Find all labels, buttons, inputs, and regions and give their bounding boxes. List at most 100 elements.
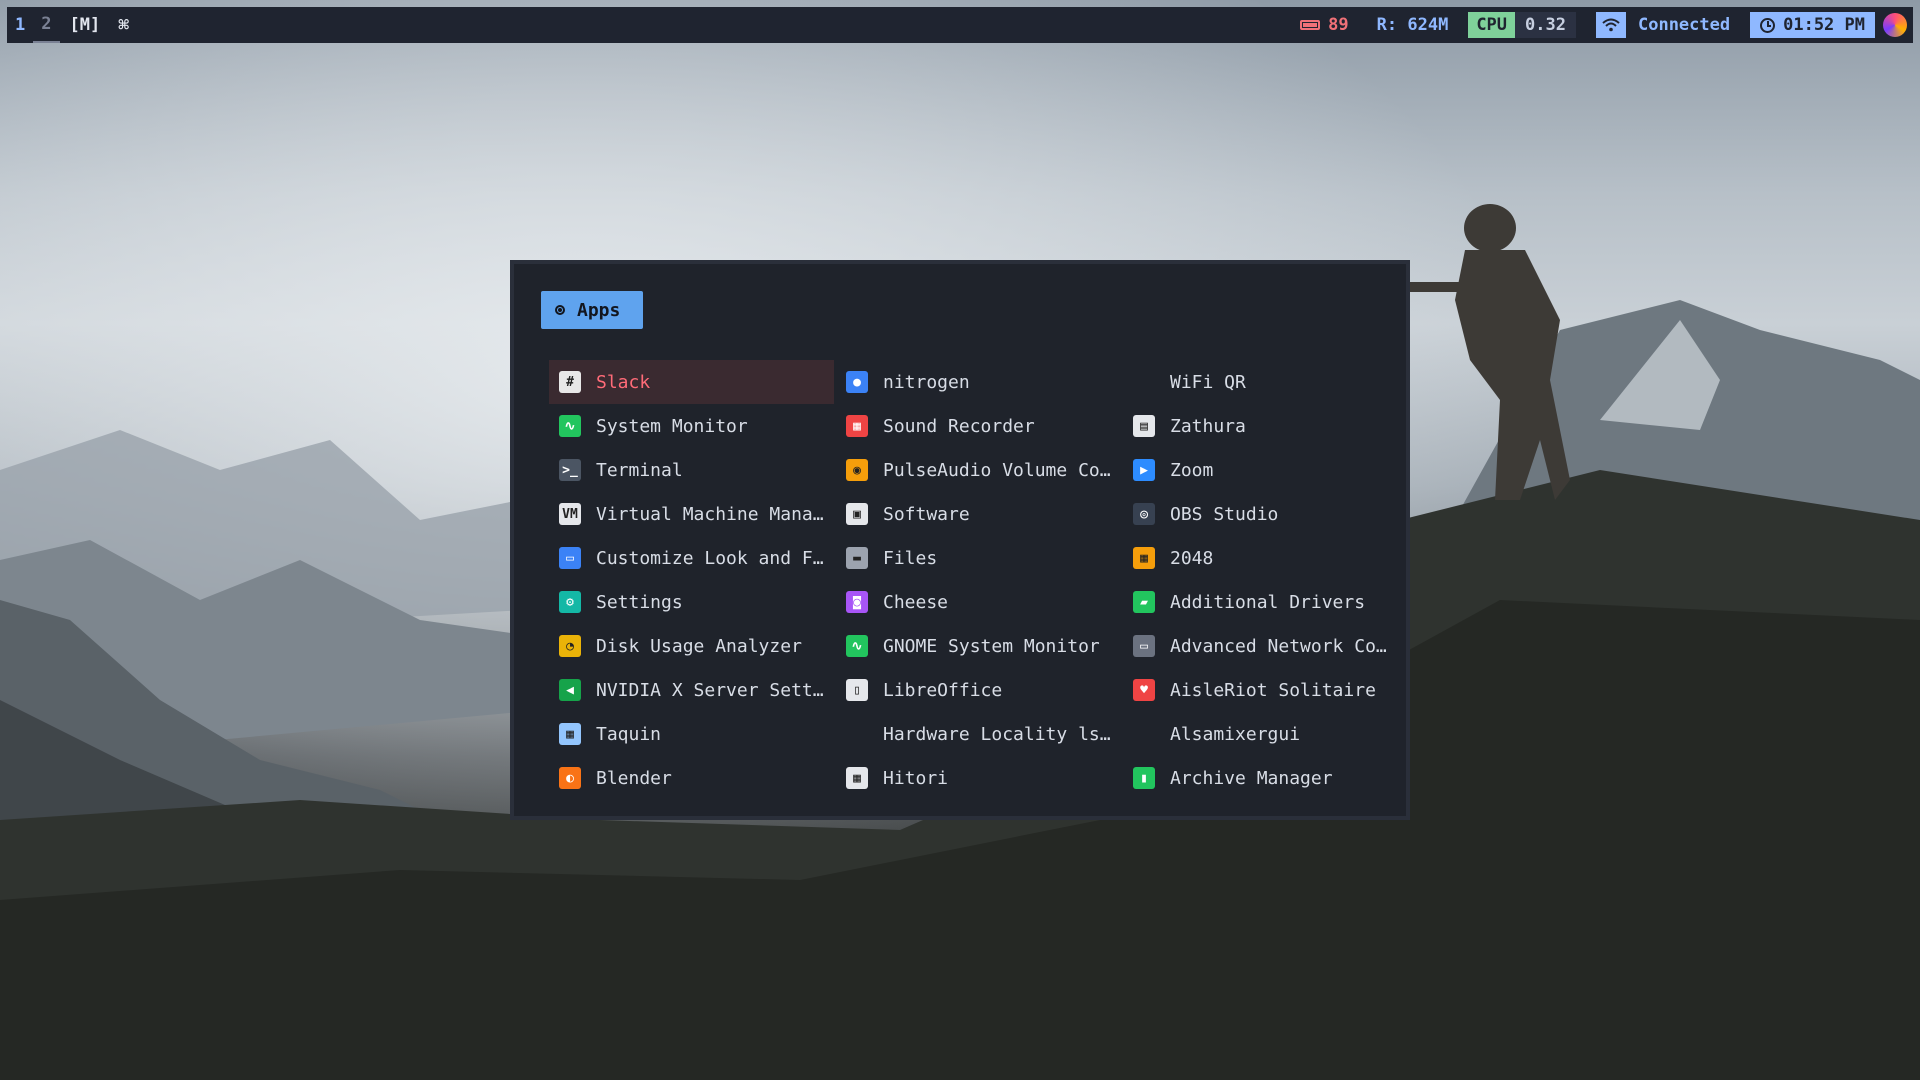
layout-mode-indicator[interactable]: [M]: [60, 15, 111, 35]
slack-icon: #: [559, 371, 581, 393]
wifi-status[interactable]: Connected: [1626, 15, 1742, 35]
app-entry[interactable]: ∿ GNOME System Monitor: [836, 624, 1121, 668]
app-entry[interactable]: ⚙ Settings: [549, 580, 834, 624]
app-entry-label: Taquin: [596, 723, 662, 745]
app-entry-label: Zoom: [1170, 459, 1214, 481]
app-entry-label: Sound Recorder: [883, 415, 1035, 437]
app-entry-label: Additional Drivers: [1170, 591, 1366, 613]
app-entry-label: Disk Usage Analyzer: [596, 635, 802, 657]
cheese-icon: ◙: [846, 591, 868, 613]
app-entry[interactable]: ◉ PulseAudio Volume Con…: [836, 448, 1121, 492]
solitaire-icon: ♥: [1133, 679, 1155, 701]
apps-mode-button[interactable]: Apps: [541, 291, 643, 329]
cpu-load: 0.32: [1515, 12, 1576, 38]
app-entry-label: Virtual Machine Manag…: [596, 503, 834, 525]
app-entry[interactable]: ▬ Files: [836, 536, 1121, 580]
nvidia-icon: ◀: [559, 679, 581, 701]
apps-mode-label: Apps: [577, 299, 621, 321]
customize-icon: ▭: [559, 547, 581, 569]
app-entry[interactable]: ▦ Hitori: [836, 756, 1121, 800]
app-entry-label: LibreOffice: [883, 679, 1003, 701]
app-entry[interactable]: VM Virtual Machine Manag…: [549, 492, 834, 536]
app-entry[interactable]: ▦ Taquin: [549, 712, 834, 756]
network-config-icon: ▭: [1133, 635, 1155, 657]
app-entry-label: PulseAudio Volume Con…: [883, 459, 1121, 481]
app-entry[interactable]: ▦ Sound Recorder: [836, 404, 1121, 448]
app-entry[interactable]: ▤ Zathura: [1123, 404, 1387, 448]
workspace-2-button[interactable]: 2: [33, 7, 60, 43]
taquin-icon: ▦: [559, 723, 581, 745]
system-monitor-icon: ∿: [559, 415, 581, 437]
app-entry[interactable]: ▶ Zoom: [1123, 448, 1387, 492]
app-entry-label: nitrogen: [883, 371, 970, 393]
zoom-icon: ▶: [1133, 459, 1155, 481]
blank-icon: [1133, 723, 1155, 745]
clock-time: 01:52 PM: [1783, 15, 1865, 35]
app-entry[interactable]: WiFi QR: [1123, 360, 1387, 404]
game-2048-icon: ▦: [1133, 547, 1155, 569]
virt-manager-icon: VM: [559, 503, 581, 525]
app-entry[interactable]: ▣ Software: [836, 492, 1121, 536]
wifi-glyph: [1602, 18, 1620, 32]
settings-icon: ⚙: [559, 591, 581, 613]
app-entry[interactable]: ∿ System Monitor: [549, 404, 834, 448]
command-icon[interactable]: ⌘: [110, 15, 137, 36]
app-entry[interactable]: ◙ Cheese: [836, 580, 1121, 624]
app-entry-label: OBS Studio: [1170, 503, 1279, 525]
app-entry[interactable]: ♥ AisleRiot Solitaire: [1123, 668, 1387, 712]
clock-icon: [1760, 17, 1776, 33]
app-entry-label: AisleRiot Solitaire: [1170, 679, 1376, 701]
app-entry[interactable]: Alsamixergui: [1123, 712, 1387, 756]
ram-usage: R: 624M: [1376, 15, 1449, 35]
app-entry[interactable]: ▭ Customize Look and Fe…: [549, 536, 834, 580]
app-entry[interactable]: ▮ Archive Manager: [1123, 756, 1387, 800]
app-entry[interactable]: >_ Terminal: [549, 448, 834, 492]
blender-icon: ◐: [559, 767, 581, 789]
nitrogen-icon: ●: [846, 371, 868, 393]
battery-icon: [1300, 20, 1321, 30]
app-entry[interactable]: ▰ Additional Drivers: [1123, 580, 1387, 624]
workspace-switcher: 1 2 [M] ⌘: [7, 7, 137, 43]
app-entry-label: Alsamixergui: [1170, 723, 1301, 745]
app-entry-label: Cheese: [883, 591, 949, 613]
battery-level: 89: [1328, 15, 1349, 35]
disk-usage-icon: ◔: [559, 635, 581, 657]
app-grid: # Slack ● nitrogen WiFi QR ∿ System Monitor ▦ So…: [549, 360, 1389, 800]
app-entry[interactable]: ◀ NVIDIA X Server Setti…: [549, 668, 834, 712]
app-entry[interactable]: ▯ LibreOffice: [836, 668, 1121, 712]
app-entry-label: Hitori: [883, 767, 949, 789]
app-entry[interactable]: ● nitrogen: [836, 360, 1121, 404]
blank-icon: [846, 723, 868, 745]
app-entry-label: Zathura: [1170, 415, 1246, 437]
app-entry[interactable]: # Slack: [549, 360, 834, 404]
app-entry-label: Files: [883, 547, 938, 569]
hitori-icon: ▦: [846, 767, 868, 789]
drivers-icon: ▰: [1133, 591, 1155, 613]
app-entry-label: Software: [883, 503, 970, 525]
files-icon: ▬: [846, 547, 868, 569]
app-entry-label: System Monitor: [596, 415, 748, 437]
app-entry[interactable]: Hardware Locality lst…: [836, 712, 1121, 756]
app-entry-label: Terminal: [596, 459, 683, 481]
app-entry-label: Customize Look and Fe…: [596, 547, 834, 569]
libreoffice-icon: ▯: [846, 679, 868, 701]
software-icon: ▣: [846, 503, 868, 525]
obs-icon: ◎: [1133, 503, 1155, 525]
app-entry[interactable]: ◐ Blender: [549, 756, 834, 800]
app-entry[interactable]: ▭ Advanced Network Conf…: [1123, 624, 1387, 668]
app-entry[interactable]: ▦ 2048: [1123, 536, 1387, 580]
avatar[interactable]: [1883, 13, 1907, 37]
wifi-icon[interactable]: [1595, 12, 1626, 38]
app-entry[interactable]: ◎ OBS Studio: [1123, 492, 1387, 536]
battery-indicator: 89: [1300, 15, 1349, 35]
app-entry-label: Advanced Network Conf…: [1170, 635, 1387, 657]
pulseaudio-icon: ◉: [846, 459, 868, 481]
workspace-1-button[interactable]: 1: [7, 7, 33, 43]
app-entry-label: 2048: [1170, 547, 1214, 569]
terminal-icon: >_: [559, 459, 581, 481]
app-entry-label: Archive Manager: [1170, 767, 1333, 789]
archive-manager-icon: ▮: [1133, 767, 1155, 789]
app-entry[interactable]: ◔ Disk Usage Analyzer: [549, 624, 834, 668]
app-entry-label: GNOME System Monitor: [883, 635, 1100, 657]
clock[interactable]: 01:52 PM: [1750, 12, 1875, 38]
